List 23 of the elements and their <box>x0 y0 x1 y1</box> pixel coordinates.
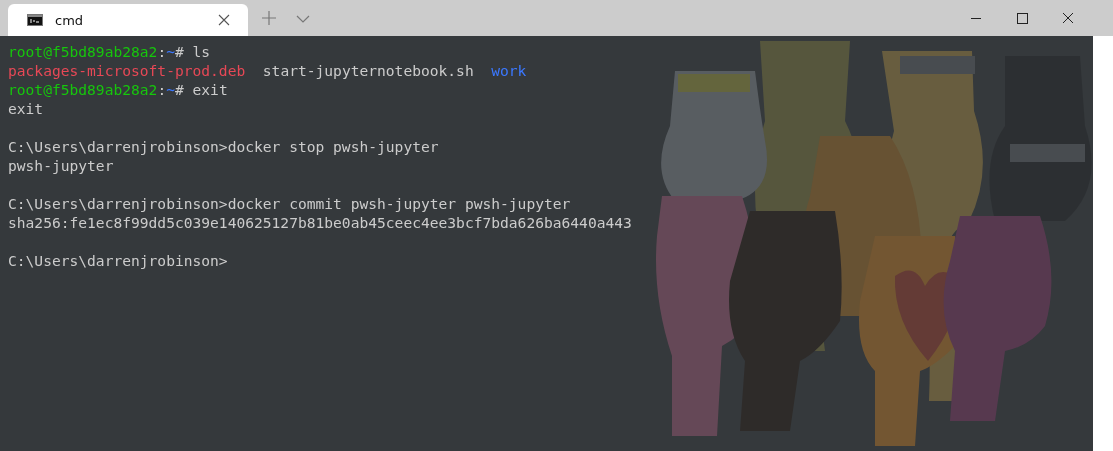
terminal-text: # ls <box>174 43 211 60</box>
terminal-text: ~ <box>166 81 175 98</box>
terminal-text: C:\Users\darrenjrobinson>docker commit pwsh-jupyter pwsh-jupyter <box>8 195 571 212</box>
terminal-text: root@f5bd89ab28a2 <box>8 81 158 98</box>
terminal-text: C:\Users\darrenjrobinson>docker stop pwsh-jupyter <box>8 138 439 155</box>
terminal-text: C:\Users\darrenjrobinson> <box>8 252 228 269</box>
terminal-text: sha256:fe1ec8f99dd5c039e140625127b81be0ab45ceec4ee3bcf7bda626ba6440a443 <box>8 214 632 231</box>
terminal-text: pwsh-jupyter <box>8 157 114 174</box>
terminal-text: work <box>491 62 527 79</box>
close-icon[interactable] <box>218 14 230 26</box>
chevron-down-icon[interactable] <box>296 15 310 23</box>
console-icon <box>27 14 43 26</box>
terminal-text: exit <box>8 100 44 117</box>
terminal-text: root@f5bd89ab28a2 <box>8 43 158 60</box>
tab-title: cmd <box>55 12 85 28</box>
tab[interactable]: cmd <box>8 4 248 36</box>
terminal-text: start-jupyternotebook.sh <box>261 62 475 79</box>
plus-icon[interactable] <box>262 11 276 25</box>
terminal-text: : <box>157 81 167 98</box>
terminal-text: : <box>157 43 167 60</box>
terminal-text: ~ <box>166 43 175 60</box>
terminal-text: packages-microsoft-prod.deb <box>8 62 246 79</box>
terminal-text: # exit <box>174 81 228 98</box>
